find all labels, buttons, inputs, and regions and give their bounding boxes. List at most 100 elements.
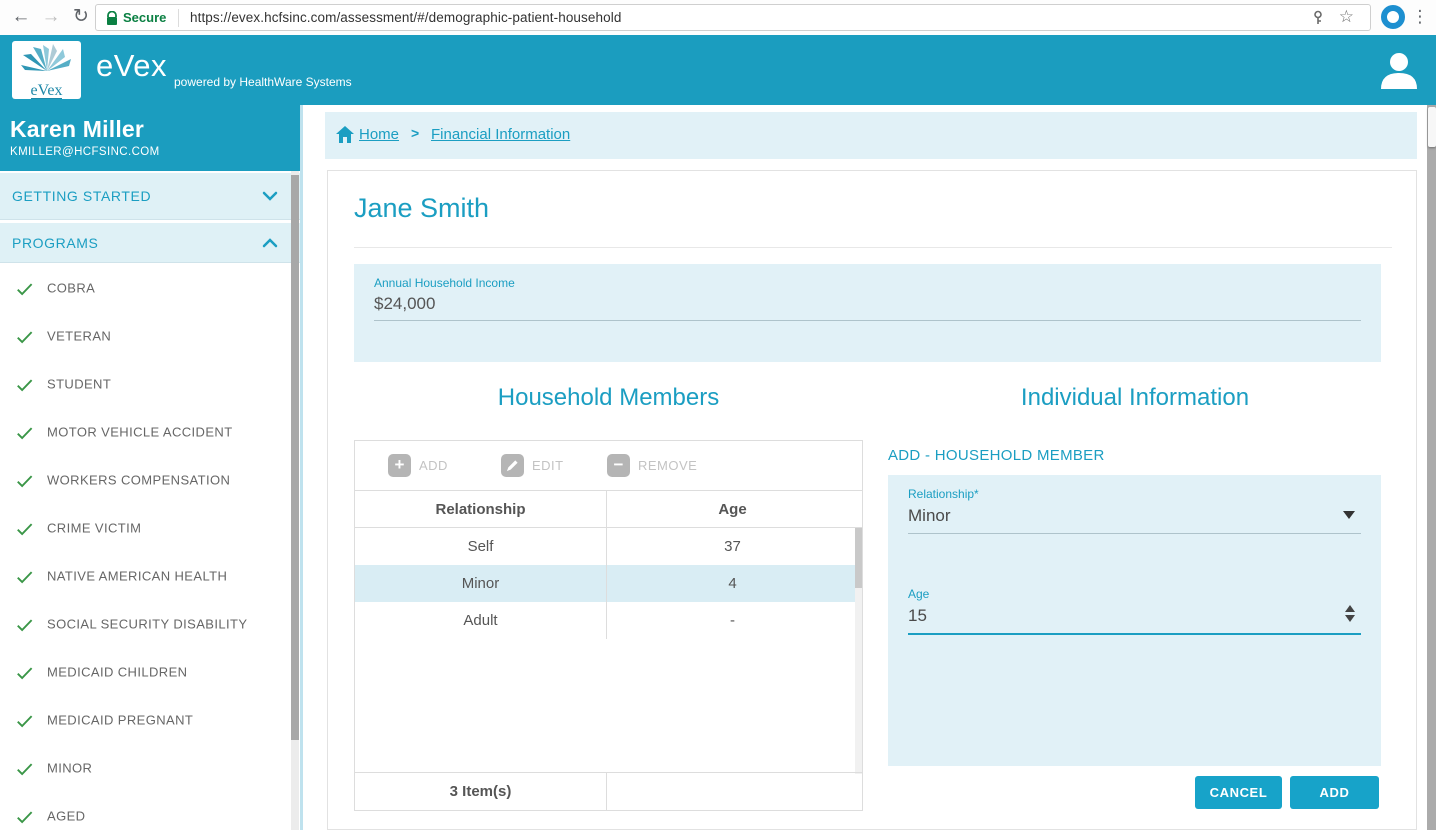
page-scrollbar[interactable]: [1427, 105, 1436, 830]
secure-label: Secure: [123, 10, 167, 25]
table-header-row: Relationship Age: [355, 491, 862, 528]
sidebar-item-minor[interactable]: MINOR: [0, 744, 290, 792]
sidebar-item-social-security-disability[interactable]: SOCIAL SECURITY DISABILITY: [0, 600, 290, 648]
logo-text: eVex: [30, 82, 63, 99]
sidebar-item-student[interactable]: STUDENT: [0, 360, 290, 408]
sidebar-item-workers-compensation[interactable]: WORKERS COMPENSATION: [0, 456, 290, 504]
bookmark-star-icon[interactable]: ☆: [1339, 7, 1354, 27]
minus-icon: −: [607, 454, 630, 477]
edit-member-button[interactable]: EDIT: [501, 454, 581, 478]
household-members-title: Household Members: [497, 384, 720, 411]
add-button[interactable]: ADD: [1290, 776, 1379, 809]
check-icon: [17, 667, 33, 680]
check-icon: [17, 331, 33, 344]
breadcrumb: Home > Financial Information: [325, 112, 1417, 159]
sidebar-item-cobra[interactable]: COBRA: [0, 264, 290, 312]
cell-relationship: Minor: [355, 565, 607, 602]
column-header-relationship[interactable]: Relationship: [355, 491, 607, 527]
plus-icon: +: [388, 454, 411, 477]
check-icon: [17, 571, 33, 584]
evex-logo: eVex: [12, 41, 81, 99]
check-icon: [17, 283, 33, 296]
profile-ring-icon[interactable]: [1381, 5, 1405, 29]
app-header: eVex eVex powered by HealthWare Systems: [0, 35, 1436, 105]
sidebar-edge: [300, 105, 303, 830]
user-name: Karen Miller: [10, 116, 145, 142]
user-profile-icon[interactable]: [1376, 47, 1422, 93]
sidebar-scrollbar-thumb[interactable]: [291, 175, 299, 740]
cancel-button[interactable]: CANCEL: [1195, 776, 1282, 809]
spinner-icon[interactable]: [1345, 605, 1357, 622]
cell-relationship: Adult: [355, 602, 607, 639]
divider: [354, 247, 1392, 248]
sidebar-item-motor-vehicle-accident[interactable]: MOTOR VEHICLE ACCIDENT: [0, 408, 290, 456]
table-row[interactable]: Adult -: [355, 602, 862, 639]
table-toolbar: + ADD EDIT − REMOVE: [355, 441, 862, 491]
key-icon[interactable]: [1310, 10, 1326, 26]
browser-toolbar: ← → ↻ Secure https://evex.hcfsinc.com/as…: [0, 0, 1436, 35]
sidebar-item-medicaid-pregnant[interactable]: MEDICAID PREGNANT: [0, 696, 290, 744]
chevron-up-icon: [262, 237, 278, 247]
brand-title: eVex: [96, 48, 167, 83]
sidebar-section-getting-started[interactable]: GETTING STARTED: [0, 172, 300, 220]
url-text[interactable]: https://evex.hcfsinc.com/assessment/#/de…: [190, 10, 621, 25]
add-member-button[interactable]: + ADD: [388, 454, 463, 478]
table-scrollbar[interactable]: [855, 528, 862, 774]
table-footer-row: 3 Item(s): [355, 772, 862, 810]
relationship-select[interactable]: Relationship* Minor: [888, 487, 1381, 535]
logo-starburst-icon: [20, 44, 71, 71]
pencil-icon: [501, 454, 524, 477]
sidebar-programs: COBRA VETERAN STUDENT MOTOR VEHICLE ACCIDEN…: [0, 264, 290, 830]
check-icon: [17, 811, 33, 824]
household-rows: Self 37 Minor 4 Adult -: [355, 528, 862, 639]
cell-relationship: Self: [355, 528, 607, 565]
income-underline: [374, 320, 1361, 321]
income-label: Annual Household Income: [374, 276, 515, 290]
cell-age: 37: [724, 538, 741, 555]
breadcrumb-current-link[interactable]: Financial Information: [431, 126, 570, 143]
remove-member-button[interactable]: − REMOVE: [607, 454, 707, 478]
check-icon: [17, 379, 33, 392]
breadcrumb-chevron-icon: >: [411, 125, 420, 141]
content-card: Jane Smith Annual Household Income $24,0…: [327, 170, 1417, 830]
reload-icon[interactable]: ↻: [68, 4, 94, 30]
table-row[interactable]: Minor 4: [355, 565, 862, 602]
check-icon: [17, 475, 33, 488]
dropdown-caret-icon[interactable]: [1343, 511, 1355, 519]
income-input[interactable]: $24,000: [374, 294, 435, 314]
age-stepper[interactable]: Age 15: [888, 587, 1381, 635]
sidebar-item-crime-victim[interactable]: CRIME VICTIM: [0, 504, 290, 552]
sidebar-item-native-american-health[interactable]: NATIVE AMERICAN HEALTH: [0, 552, 290, 600]
user-email: KMILLER@HCFSINC.COM: [10, 146, 160, 158]
chevron-down-icon: [262, 191, 278, 201]
powered-by-text: powered by HealthWare Systems: [174, 75, 352, 89]
page: ← → ↻ Secure https://evex.hcfsinc.com/as…: [0, 0, 1436, 830]
table-row[interactable]: Self 37: [355, 528, 862, 565]
column-header-age[interactable]: Age: [608, 491, 857, 527]
forward-icon[interactable]: →: [38, 4, 64, 30]
home-icon[interactable]: [335, 125, 355, 144]
sidebar-scrollbar[interactable]: [291, 171, 299, 830]
individual-form-panel: Relationship* Minor Age 15: [888, 475, 1381, 766]
sidebar-item-aged[interactable]: AGED: [0, 792, 290, 830]
patient-name: Jane Smith: [354, 193, 490, 223]
lock-icon: [107, 11, 117, 25]
sidebar-item-medicaid-children[interactable]: MEDICAID CHILDREN: [0, 648, 290, 696]
table-scrollbar-thumb[interactable]: [855, 528, 862, 588]
sidebar-item-veteran[interactable]: VETERAN: [0, 312, 290, 360]
page-scrollbar-thumb[interactable]: [1427, 107, 1436, 147]
browser-menu-icon[interactable]: ⋮: [1410, 4, 1430, 30]
income-panel: Annual Household Income $24,000: [354, 264, 1381, 362]
check-icon: [17, 427, 33, 440]
check-icon: [17, 715, 33, 728]
breadcrumb-home-link[interactable]: Home: [359, 126, 399, 143]
back-icon[interactable]: ←: [8, 4, 34, 30]
sidebar-section-programs[interactable]: PROGRAMS: [0, 222, 300, 263]
household-table: + ADD EDIT − REMOVE Relationship Age Sel…: [354, 440, 863, 811]
check-icon: [17, 523, 33, 536]
address-bar[interactable]: Secure https://evex.hcfsinc.com/assessme…: [95, 4, 1371, 31]
cell-age: -: [730, 612, 735, 629]
divider: [178, 9, 179, 27]
check-icon: [17, 763, 33, 776]
item-count: 3 Item(s): [355, 773, 607, 810]
